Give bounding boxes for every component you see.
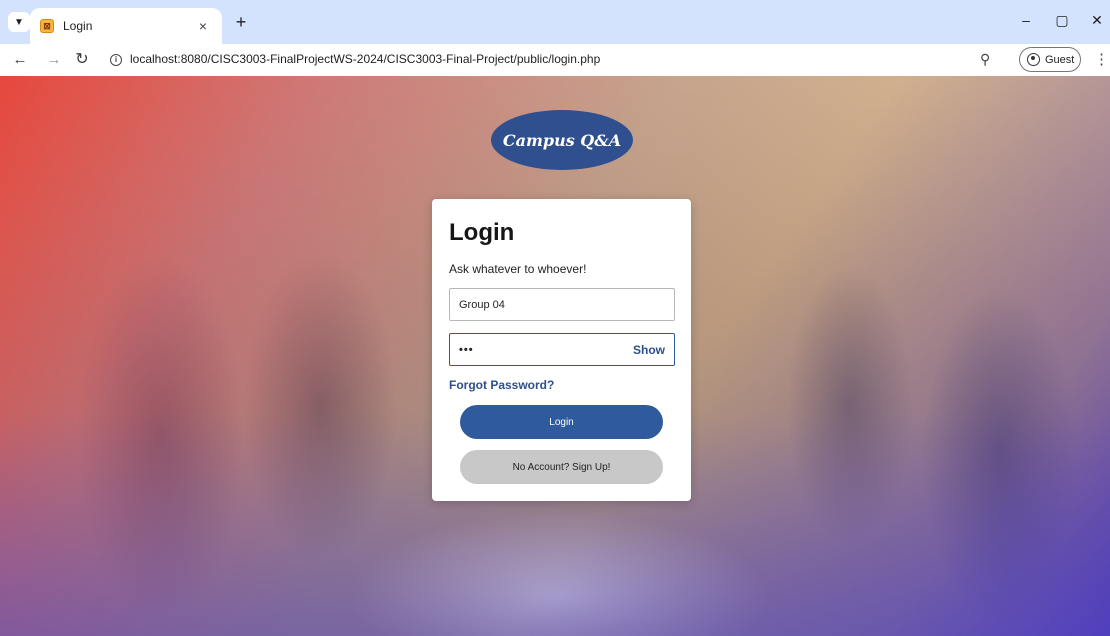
browser-tabstrip: ▼ ⊠ Login × + – ▢ ✕	[0, 0, 1110, 44]
back-arrow-icon[interactable]: ←	[10, 50, 30, 70]
reload-icon[interactable]: ↻	[72, 50, 92, 70]
zoom-icon[interactable]: ⚲	[980, 51, 990, 68]
username-input[interactable]: Group 04	[449, 288, 675, 321]
password-input[interactable]: ••• Show	[449, 333, 675, 366]
tab-search-button[interactable]: ▼	[8, 12, 30, 32]
login-button[interactable]: Login	[460, 405, 663, 439]
login-card: Login Ask whatever to whoever! Group 04 …	[432, 199, 691, 501]
profile-button[interactable]: Guest	[1019, 47, 1081, 72]
username-value: Group 04	[459, 298, 505, 311]
new-tab-button[interactable]: +	[230, 11, 252, 33]
browser-toolbar: ← → ↻ i localhost:8080/CISC3003-FinalPro…	[0, 44, 1110, 76]
page-viewport: Campus Q&A Login Ask whatever to whoever…	[0, 76, 1110, 636]
info-icon[interactable]: i	[110, 54, 122, 66]
profile-label: Guest	[1045, 53, 1075, 66]
forgot-password-link[interactable]: Forgot Password?	[449, 378, 554, 392]
minimize-button[interactable]: –	[1014, 12, 1038, 28]
address-bar[interactable]: localhost:8080/CISC3003-FinalProjectWS-2…	[130, 52, 600, 66]
forward-arrow-icon[interactable]: →	[44, 50, 64, 70]
close-window-button[interactable]: ✕	[1085, 12, 1109, 29]
tab-title: Login	[63, 19, 93, 33]
site-logo[interactable]: Campus Q&A	[491, 110, 633, 170]
profile-avatar-icon	[1027, 53, 1040, 66]
page-title: Login	[449, 219, 515, 246]
password-value: •••	[459, 343, 474, 356]
browser-tab[interactable]: ⊠ Login ×	[30, 8, 222, 44]
kebab-menu-icon[interactable]: ⋮	[1094, 50, 1109, 68]
close-tab-icon[interactable]: ×	[194, 18, 212, 34]
login-subtitle: Ask whatever to whoever!	[449, 262, 587, 276]
chevron-down-icon: ▼	[14, 16, 24, 28]
maximize-button[interactable]: ▢	[1050, 12, 1074, 29]
signup-button[interactable]: No Account? Sign Up!	[460, 450, 663, 484]
favicon-icon: ⊠	[40, 19, 54, 33]
show-password-toggle[interactable]: Show	[633, 343, 665, 357]
logo-text: Campus Q&A	[502, 130, 622, 150]
